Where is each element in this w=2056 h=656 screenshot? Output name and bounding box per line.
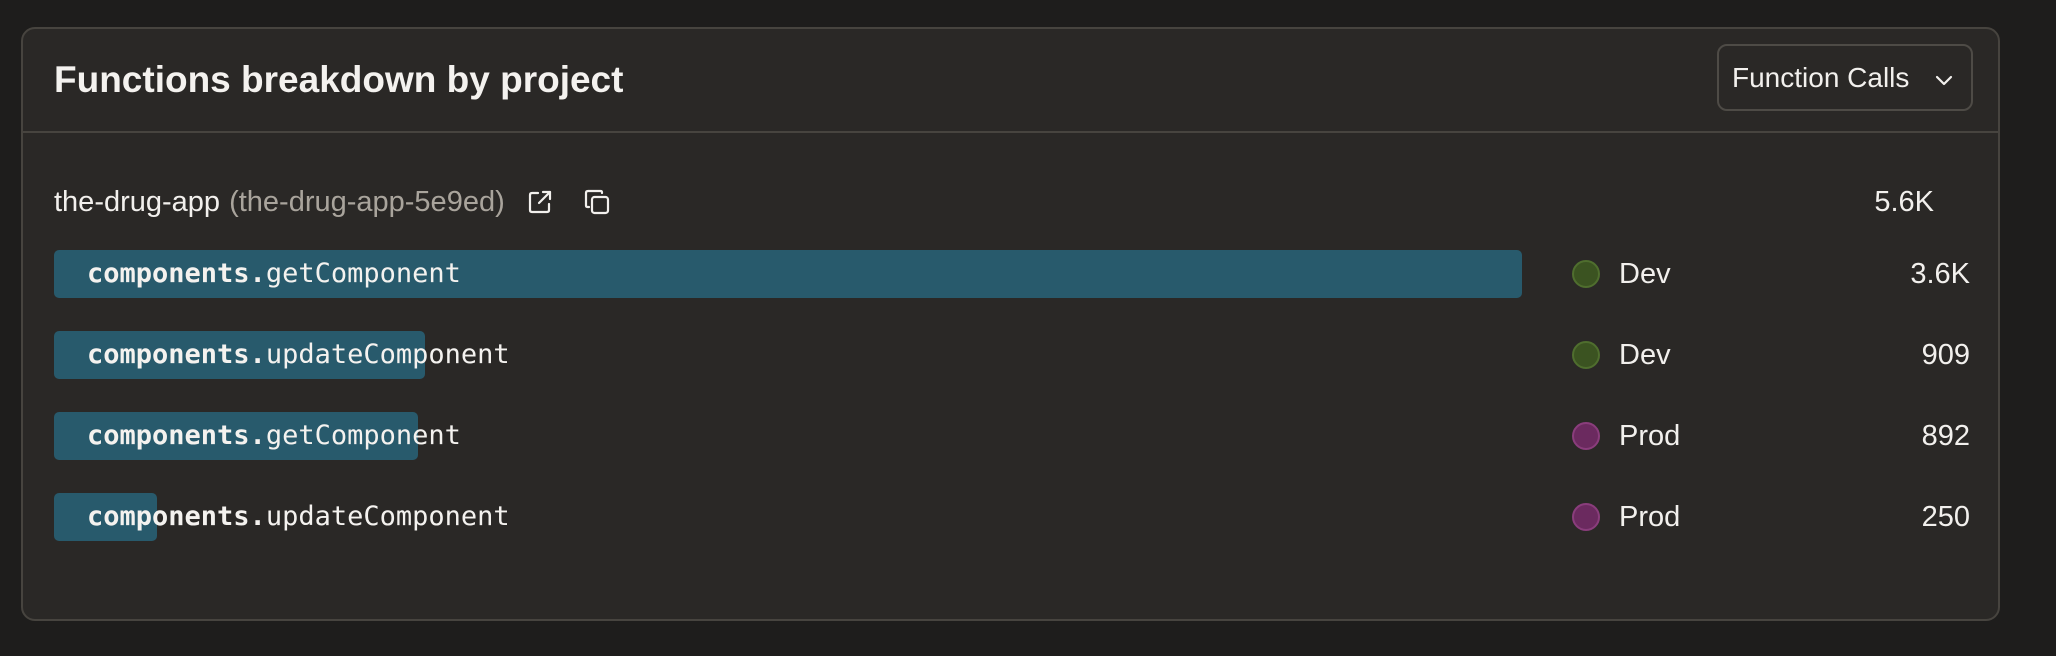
- functions-breakdown-panel: Functions breakdown by project Function …: [21, 27, 2000, 621]
- external-link-icon[interactable]: [525, 187, 555, 217]
- function-module: components.: [87, 501, 266, 532]
- function-identifier: getComponent: [265, 258, 461, 289]
- function-row[interactable]: components.getComponent Prod 892: [54, 412, 1970, 460]
- function-name[interactable]: components.getComponent: [87, 412, 461, 460]
- function-module: components.: [87, 258, 266, 289]
- environment-label: Prod: [1619, 500, 1681, 533]
- function-call-count: 250: [1921, 501, 1970, 533]
- dev-dot-icon: [1572, 260, 1600, 288]
- dev-dot-icon: [1572, 341, 1600, 369]
- panel-header: Functions breakdown by project Function …: [23, 29, 1998, 133]
- function-call-count: 909: [1921, 339, 1970, 371]
- function-module: components.: [87, 420, 266, 451]
- metric-select-value: Function Calls: [1732, 61, 1910, 93]
- project-name: the-drug-app: [54, 185, 221, 218]
- environment-tag: Prod: [1572, 412, 1680, 460]
- environment-tag: Dev: [1572, 250, 1671, 298]
- project-id: (the-drug-app-5e9ed): [229, 185, 505, 218]
- function-identifier: updateComponent: [265, 339, 510, 370]
- environment-label: Prod: [1619, 419, 1681, 452]
- panel-title: Functions breakdown by project: [54, 59, 624, 100]
- function-row[interactable]: components.updateComponent Prod 250: [54, 493, 1970, 541]
- function-identifier: updateComponent: [265, 501, 510, 532]
- function-name[interactable]: components.getComponent: [87, 250, 461, 298]
- copy-icon[interactable]: [582, 187, 612, 217]
- function-name[interactable]: components.updateComponent: [87, 493, 510, 541]
- environment-tag: Prod: [1572, 493, 1680, 541]
- function-call-count: 892: [1921, 420, 1970, 452]
- function-row[interactable]: components.getComponent Dev 3.6K: [54, 250, 1970, 298]
- project-total: 5.6K: [1874, 186, 1934, 218]
- function-module: components.: [87, 339, 266, 370]
- prod-dot-icon: [1572, 422, 1600, 450]
- metric-select[interactable]: Function Calls: [1717, 44, 1973, 111]
- environment-label: Dev: [1619, 257, 1671, 290]
- project-row: the-drug-app (the-drug-app-5e9ed): [54, 182, 612, 222]
- environment-tag: Dev: [1572, 331, 1671, 379]
- function-row[interactable]: components.updateComponent Dev 909: [54, 331, 1970, 379]
- prod-dot-icon: [1572, 503, 1600, 531]
- function-call-count: 3.6K: [1910, 258, 1970, 290]
- function-name[interactable]: components.updateComponent: [87, 331, 510, 379]
- chevron-down-icon: [1935, 75, 1953, 86]
- function-identifier: getComponent: [265, 420, 461, 451]
- environment-label: Dev: [1619, 338, 1671, 371]
